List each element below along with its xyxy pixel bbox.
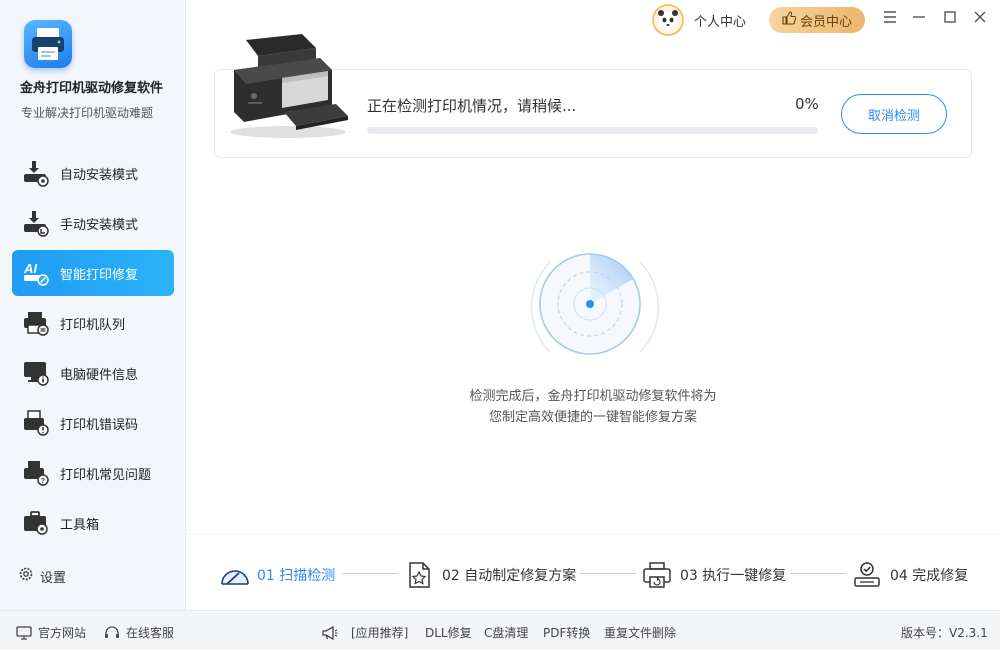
menu-button[interactable] (880, 9, 900, 29)
detect-progress-bar (367, 127, 818, 134)
gear-icon (18, 566, 34, 586)
vip-center-label: 会员中心 (799, 14, 852, 30)
svg-text:?: ? (41, 478, 45, 485)
sidebar-nav: 自动安装模式 手动安装模式 AI 智能打印修复 打印机队列 电脑硬件信息 打印机… (12, 150, 174, 550)
detect-status-text: 正在检测打印机情况，请稍候... (367, 97, 577, 115)
app-logo-icon (24, 20, 72, 68)
official-site-link[interactable]: 官方网站 (16, 624, 86, 641)
sidebar-item-printer-queue[interactable]: 打印机队列 (12, 300, 174, 346)
step-connector (580, 573, 636, 574)
step-repair: 03 执行一键修复 (642, 560, 786, 590)
online-service-link[interactable]: 在线客服 (104, 624, 174, 641)
radar-note: 检测完成后，金舟打印机驱动修复软件将为 您制定高效便捷的一键智能修复方案 (380, 386, 806, 428)
maximize-button[interactable] (940, 9, 960, 29)
avatar (652, 4, 684, 36)
printer-repair-icon (642, 560, 672, 590)
error-code-icon (22, 409, 50, 437)
step-label: 02 自动制定修复方案 (442, 568, 577, 584)
headset-icon (104, 625, 120, 640)
pdf-convert-link[interactable]: PDF转换 (543, 624, 590, 641)
vip-center-button[interactable]: 会员中心 (769, 7, 865, 33)
toolbox-icon (22, 509, 50, 537)
radar-scan-icon (530, 242, 660, 372)
steps-divider (186, 534, 1000, 535)
official-site-label: 官方网站 (38, 626, 87, 640)
bottom-bar: 官方网站 在线客服 [应用推荐] DLL修复 C盘清理 PDF转换 重复文件删除… (0, 610, 1000, 650)
sidebar-item-label: 电脑硬件信息 (60, 367, 139, 383)
step-label: 03 执行一键修复 (680, 568, 787, 584)
plan-doc-icon (404, 560, 434, 590)
sidebar-item-label: 打印机队列 (60, 317, 126, 333)
sidebar-item-manual-install[interactable]: 手动安装模式 (12, 200, 174, 246)
sidebar-item-error-code[interactable]: 打印机错误码 (12, 400, 174, 446)
svg-text:AI: AI (23, 261, 37, 276)
app-subtitle: 专业解决打印机驱动难题 (21, 106, 154, 120)
recommend-text: [应用推荐] (351, 626, 409, 640)
app-title: 金舟打印机驱动修复软件 (20, 81, 164, 96)
step-connector (790, 573, 846, 574)
complete-icon (852, 560, 882, 590)
megaphone-icon (321, 625, 339, 641)
close-icon (974, 11, 986, 27)
ai-repair-icon: AI (22, 259, 50, 287)
sidebar-item-label: 智能打印修复 (60, 267, 139, 283)
auto-install-icon (22, 159, 50, 187)
c-drive-clean-link[interactable]: C盘清理 (484, 624, 528, 641)
user-center-label: 个人中心 (694, 14, 747, 30)
faq-icon: ? (22, 459, 50, 487)
online-service-label: 在线客服 (126, 626, 175, 640)
thumbs-up-icon (782, 11, 797, 29)
sidebar-item-label: 工具箱 (60, 517, 100, 533)
sidebar-item-label: 打印机错误码 (60, 417, 139, 433)
radar-note-line2: 您制定高效便捷的一键智能修复方案 (488, 410, 697, 425)
step-complete: 04 完成修复 (852, 560, 968, 590)
duplicate-file-delete-link[interactable]: 重复文件删除 (604, 624, 676, 641)
scan-icon (219, 560, 249, 590)
sidebar-item-label: 打印机常见问题 (60, 467, 152, 483)
manual-install-icon (22, 209, 50, 237)
sidebar-item-toolbox[interactable]: 工具箱 (12, 500, 174, 546)
menu-icon (883, 11, 897, 27)
version-text: 版本号：V2.3.1 (901, 626, 988, 640)
close-button[interactable] (970, 9, 990, 29)
sidebar-item-auto-install[interactable]: 自动安装模式 (12, 150, 174, 196)
printer-illustration-icon (224, 30, 352, 140)
sidebar-item-label: 手动安装模式 (60, 217, 139, 233)
user-center-button[interactable]: 个人中心 (652, 4, 746, 36)
dll-repair-link[interactable]: DLL修复 (425, 624, 472, 641)
monitor-icon (16, 625, 32, 640)
printer-queue-icon (22, 309, 50, 337)
step-connector (342, 573, 398, 574)
radar-note-line1: 检测完成后，金舟打印机驱动修复软件将为 (469, 389, 717, 404)
sidebar: 金舟打印机驱动修复软件 专业解决打印机驱动难题 自动安装模式 手动安装模式 AI… (0, 0, 186, 610)
detect-percent: 0% (795, 95, 819, 113)
settings-button[interactable]: 设置 (18, 566, 66, 586)
hardware-info-icon (22, 359, 50, 387)
sidebar-item-label: 自动安装模式 (60, 167, 139, 183)
cancel-detect-button[interactable]: 取消检测 (841, 94, 947, 134)
recommend-label: [应用推荐] (321, 624, 408, 641)
step-scan: 01 扫描检测 (219, 560, 335, 590)
minimize-button[interactable] (909, 9, 929, 29)
maximize-icon (944, 11, 956, 27)
sidebar-item-hardware-info[interactable]: 电脑硬件信息 (12, 350, 174, 396)
step-plan: 02 自动制定修复方案 (404, 560, 576, 590)
step-label: 01 扫描检测 (257, 568, 336, 584)
settings-label: 设置 (40, 570, 67, 586)
step-label: 04 完成修复 (890, 568, 969, 584)
sidebar-item-ai-repair[interactable]: AI 智能打印修复 (12, 250, 174, 296)
sidebar-item-faq[interactable]: ? 打印机常见问题 (12, 450, 174, 496)
minimize-icon (912, 11, 926, 27)
